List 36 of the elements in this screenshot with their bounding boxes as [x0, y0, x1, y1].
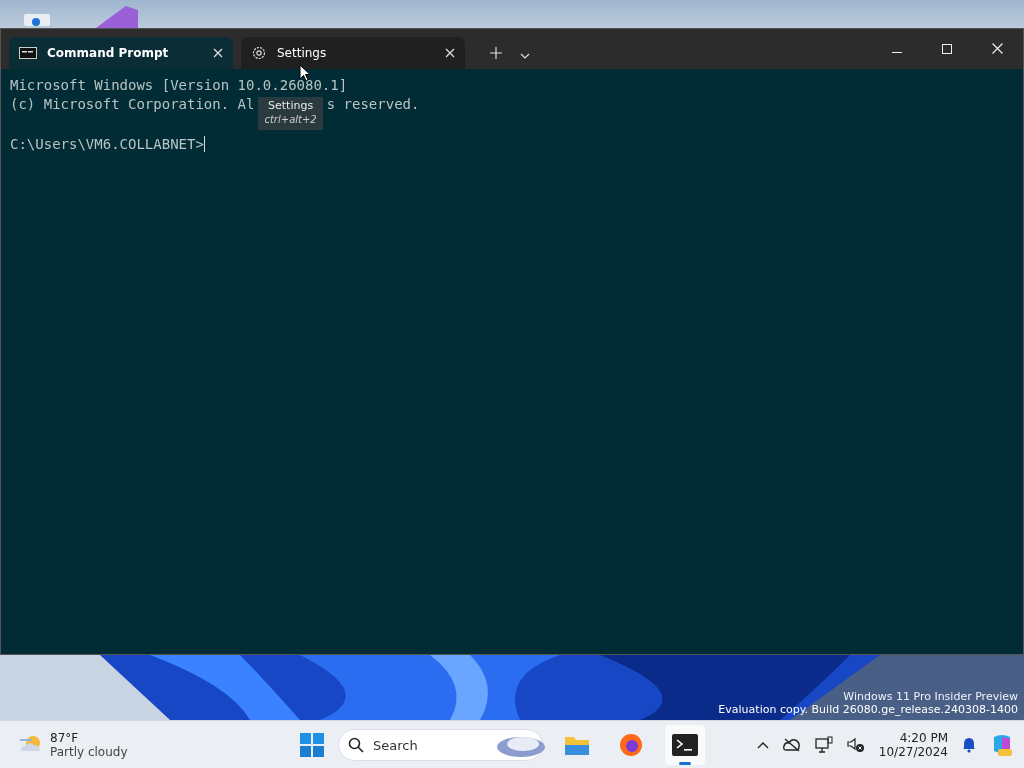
- weather-text: Partly cloudy: [50, 745, 128, 759]
- minimize-icon[interactable]: [892, 52, 902, 54]
- command-prompt-icon: [19, 47, 37, 59]
- clock[interactable]: 4:20 PM 10/27/2024: [878, 731, 948, 759]
- date-text: 10/27/2024: [878, 745, 948, 759]
- maximize-icon[interactable]: [942, 44, 952, 54]
- tooltip-title: Settings: [268, 99, 314, 114]
- bell-icon[interactable]: [962, 737, 976, 753]
- folder-icon[interactable]: [564, 734, 590, 756]
- gear-icon: [251, 45, 267, 61]
- volume-muted-icon[interactable]: [846, 737, 865, 753]
- network-icon[interactable]: [814, 736, 833, 754]
- terminal-text: s reserved.: [326, 96, 420, 112]
- running-indicator: [679, 762, 691, 765]
- new-tab-icon[interactable]: [490, 47, 502, 59]
- command-prompt-text: C:\Users\VM6.COLLABNET>: [10, 135, 204, 152]
- start-icon[interactable]: [300, 733, 324, 757]
- app-icon[interactable]: [22, 12, 52, 26]
- cloud-off-icon[interactable]: [782, 738, 801, 752]
- tab[interactable]: Command Prompt: [9, 37, 233, 69]
- close-icon[interactable]: [445, 48, 455, 58]
- watermark-text: Evaluation copy. Build 26080.ge_release.240308-1400: [718, 703, 1018, 716]
- close-icon[interactable]: [213, 48, 223, 58]
- tab[interactable]: Settings: [241, 37, 465, 69]
- terminal-icon[interactable]: [672, 734, 698, 756]
- time-text: 4:20 PM: [899, 731, 948, 745]
- dropdown-icon[interactable]: [520, 53, 530, 59]
- temperature-text: 87°F: [50, 731, 80, 745]
- tooltip-shortcut: ctrl+alt+2: [264, 113, 317, 127]
- browser-icon[interactable]: [619, 733, 643, 757]
- terminal-text: (c) Microsoft Corporation. Al: [10, 96, 255, 112]
- chevron-up-icon[interactable]: [756, 741, 769, 749]
- close-icon[interactable]: [992, 43, 1003, 54]
- terminal-text: Microsoft Windows [Version 10.0.26080.1]: [10, 77, 348, 93]
- watermark-text: Windows 11 Pro Insider Preview: [843, 690, 1018, 703]
- search-icon: [348, 737, 364, 753]
